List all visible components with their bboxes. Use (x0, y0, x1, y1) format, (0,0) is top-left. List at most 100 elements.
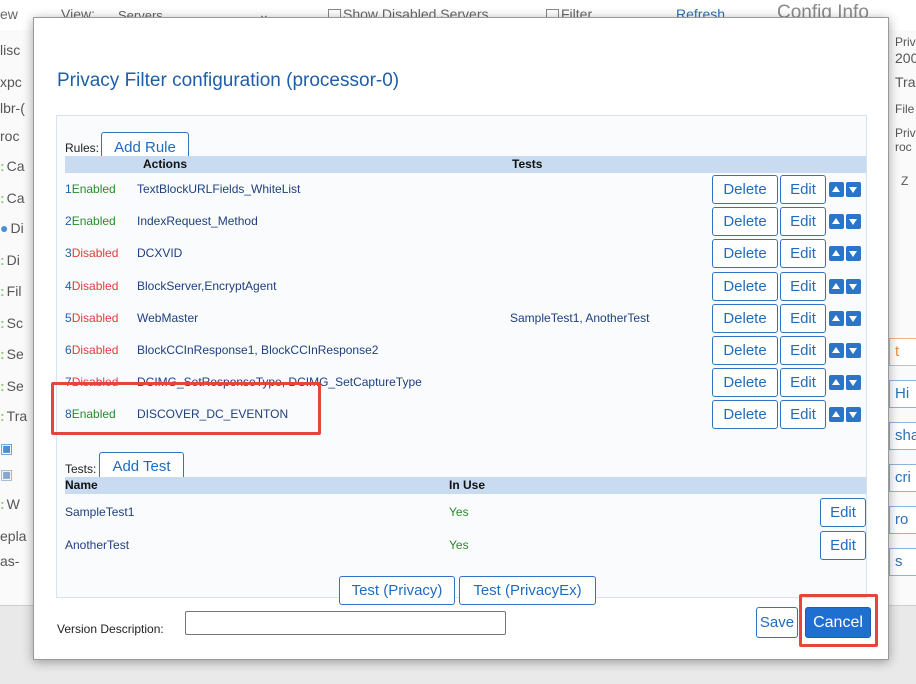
move-up-icon[interactable] (829, 214, 844, 229)
right-item: 200 (895, 50, 916, 66)
rule-status: Disabled (71, 246, 119, 260)
tests-label: Tests: (65, 462, 97, 476)
rule-row: 4Disabled BlockServer,EncryptAgent Delete E… (65, 270, 866, 303)
move-down-icon[interactable] (846, 279, 861, 294)
left-item: as- (0, 553, 20, 569)
rules-label: Rules: (65, 141, 100, 155)
move-down-icon[interactable] (846, 407, 861, 422)
left-item: lisc (0, 42, 21, 58)
actions-column-header: Actions (143, 157, 188, 171)
left-item[interactable]: Di (7, 252, 20, 268)
rule-status: Disabled (71, 343, 119, 357)
rule-row: 2Enabled IndexRequest_Method Delete Edit (65, 205, 866, 238)
delete-rule-button[interactable]: Delete (712, 400, 778, 429)
rule-status: Enabled (71, 407, 116, 421)
right-button[interactable]: ro (889, 506, 916, 534)
save-button[interactable]: Save (756, 607, 798, 638)
status-dot-icon: : (0, 252, 5, 268)
cancel-button[interactable]: Cancel (805, 607, 871, 638)
edit-rule-button[interactable]: Edit (780, 207, 826, 236)
delete-rule-button[interactable]: Delete (712, 239, 778, 268)
rule-actions: DCIMG_SetResponseType, DCIMG_SetCaptureT… (137, 375, 422, 389)
status-dot-icon: : (0, 190, 5, 206)
version-description-input[interactable] (185, 611, 506, 635)
test-in-use: Yes (449, 538, 469, 552)
move-down-icon[interactable] (846, 214, 861, 229)
left-item[interactable]: Ca (7, 190, 25, 206)
rules-table-header: Actions Tests (65, 156, 866, 173)
move-up-icon[interactable] (829, 407, 844, 422)
rule-row: 6Disabled BlockCCInResponse1, BlockCCInRe… (65, 334, 866, 367)
edit-rule-button[interactable]: Edit (780, 239, 826, 268)
delete-rule-button[interactable]: Delete (712, 272, 778, 301)
left-item: xpc (0, 74, 22, 90)
move-down-icon[interactable] (846, 375, 861, 390)
delete-rule-button[interactable]: Delete (712, 336, 778, 365)
name-column-header: Name (65, 478, 98, 492)
right-item: Tra (895, 74, 916, 90)
right-item: Z (901, 174, 909, 188)
left-item[interactable]: Se (7, 346, 24, 362)
right-item: Priv (895, 126, 916, 140)
rule-index: 8Enabled (65, 407, 116, 421)
rule-status: Disabled (71, 311, 119, 325)
move-up-icon[interactable] (829, 311, 844, 326)
left-item[interactable]: W (7, 496, 20, 512)
in-use-column-header: In Use (449, 478, 486, 492)
rule-row: 3Disabled DCXVID Delete Edit (65, 237, 866, 270)
rule-index: 4Disabled (65, 279, 119, 293)
edit-rule-button[interactable]: Edit (780, 368, 826, 397)
left-item[interactable]: Ca (7, 158, 25, 174)
test-in-use: Yes (449, 505, 469, 519)
rule-row: 1Enabled TextBlockURLFields_WhiteList Dele… (65, 173, 866, 206)
move-down-icon[interactable] (846, 246, 861, 261)
right-item: File (895, 102, 915, 116)
right-button[interactable]: s (889, 548, 916, 576)
test-name: AnotherTest (65, 538, 130, 552)
move-down-icon[interactable] (846, 311, 861, 326)
rule-actions: DCXVID (137, 246, 183, 260)
left-item: lbr-( (0, 100, 25, 116)
server-icon: ▣ (0, 466, 14, 482)
delete-rule-button[interactable]: Delete (712, 175, 778, 204)
right-button[interactable]: Hi (889, 380, 916, 408)
rules-tests-panel: Rules: Add Rule Actions Tests 1Enabled Te… (56, 115, 867, 598)
rule-actions: BlockServer,EncryptAgent (137, 279, 277, 293)
test-privacyex-button[interactable]: Test (PrivacyEx) (459, 576, 596, 605)
left-item[interactable]: Se (7, 378, 24, 394)
edit-test-button[interactable]: Edit (820, 531, 866, 560)
right-button[interactable]: sha (889, 422, 916, 450)
server-icon: ▣ (0, 440, 14, 456)
left-item[interactable]: Sc (7, 315, 23, 331)
test-row: SampleTest1 Yes Edit (65, 496, 866, 529)
status-dot-icon: : (0, 408, 5, 424)
move-down-icon[interactable] (846, 182, 861, 197)
toolbar-fragment: ew (0, 6, 18, 22)
delete-rule-button[interactable]: Delete (712, 368, 778, 397)
rule-row: 7Disabled DCIMG_SetResponseType, DCIMG_Se… (65, 366, 866, 399)
delete-rule-button[interactable]: Delete (712, 207, 778, 236)
right-item: Priv (895, 35, 916, 49)
rule-index: 1Enabled (65, 182, 116, 196)
right-button[interactable]: t (889, 338, 916, 366)
left-item[interactable]: Tra (7, 408, 27, 424)
edit-rule-button[interactable]: Edit (780, 175, 826, 204)
edit-rule-button[interactable]: Edit (780, 400, 826, 429)
move-up-icon[interactable] (829, 279, 844, 294)
right-button[interactable]: cri (889, 464, 916, 492)
delete-rule-button[interactable]: Delete (712, 304, 778, 333)
move-up-icon[interactable] (829, 343, 844, 358)
edit-rule-button[interactable]: Edit (780, 336, 826, 365)
edit-rule-button[interactable]: Edit (780, 304, 826, 333)
left-item[interactable]: Fil (7, 283, 22, 299)
test-privacy-button[interactable]: Test (Privacy) (339, 576, 455, 605)
dialog-title: Privacy Filter configuration (processor-… (57, 70, 400, 91)
rule-status: Disabled (71, 279, 119, 293)
move-up-icon[interactable] (829, 375, 844, 390)
edit-test-button[interactable]: Edit (820, 498, 866, 527)
move-up-icon[interactable] (829, 182, 844, 197)
edit-rule-button[interactable]: Edit (780, 272, 826, 301)
move-down-icon[interactable] (846, 343, 861, 358)
move-up-icon[interactable] (829, 246, 844, 261)
left-item[interactable]: Di (10, 220, 23, 236)
